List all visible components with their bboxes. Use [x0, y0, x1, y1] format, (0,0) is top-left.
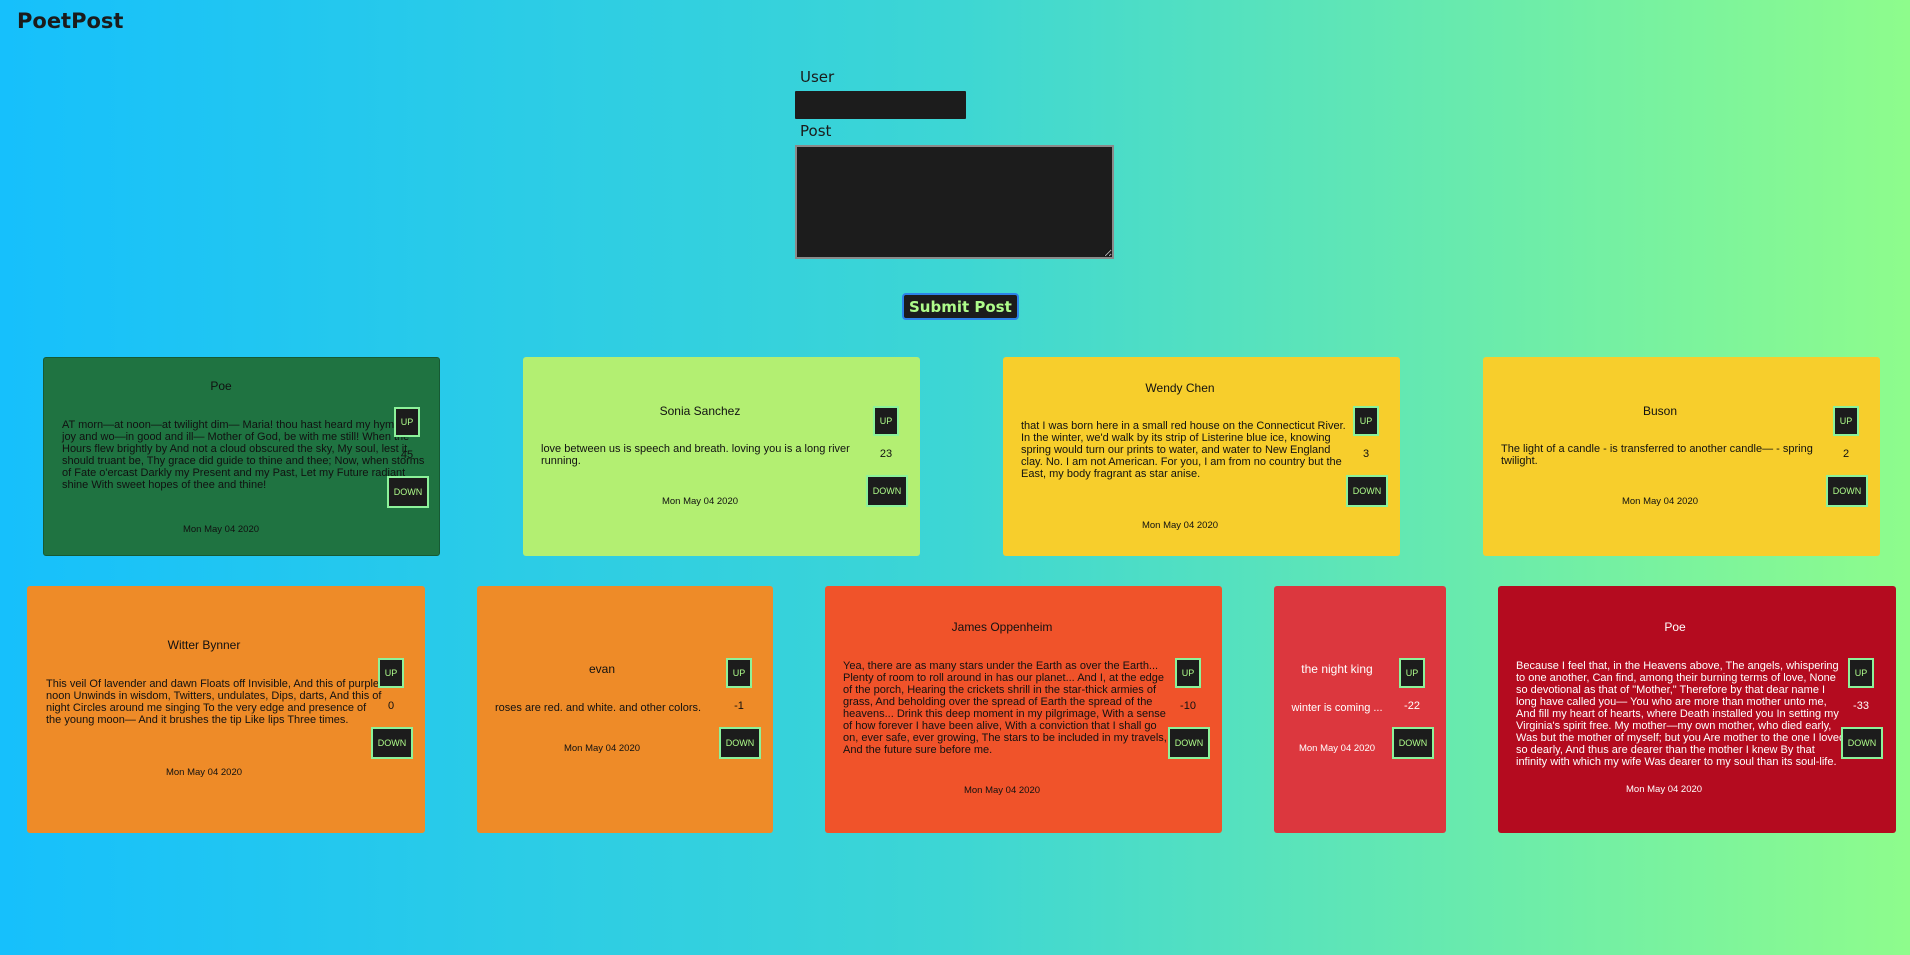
downvote-button[interactable]: DOWN	[387, 476, 429, 508]
submit-post-button[interactable]: Submit Post	[902, 293, 1019, 320]
upvote-button[interactable]: UP	[394, 407, 420, 437]
post-content: AT morn—at noon—at twilight dim— Maria! …	[62, 419, 425, 491]
post-date: Mon May 04 2020	[963, 785, 1041, 796]
new-post-form: User Post	[795, 68, 1125, 259]
downvote-button[interactable]: DOWN	[866, 475, 908, 507]
app-title: PoetPost	[17, 9, 124, 33]
upvote-button[interactable]: UP	[1848, 658, 1874, 688]
post-content: winter is coming ...	[1291, 702, 1383, 714]
upvote-button[interactable]: UP	[1353, 406, 1379, 436]
post-date: Mon May 04 2020	[1298, 743, 1376, 754]
upvote-button[interactable]: UP	[1175, 658, 1201, 688]
post-date: Mon May 04 2020	[661, 496, 739, 507]
upvote-button[interactable]: UP	[1399, 658, 1425, 688]
post-content: Yea, there are as many stars under the E…	[843, 660, 1167, 756]
post-card: Wendy Chen that I was born here in a sma…	[1003, 357, 1400, 556]
post-author: the night king	[1301, 662, 1373, 676]
post-date: Mon May 04 2020	[1621, 496, 1699, 507]
post-content: roses are red. and white. and other colo…	[495, 702, 702, 714]
post-content: Because I feel that, in the Heavens abov…	[1516, 660, 1846, 768]
post-author: Sonia Sanchez	[659, 404, 741, 418]
post-author: evan	[588, 662, 616, 676]
upvote-button[interactable]: UP	[873, 406, 899, 436]
post-score: 45	[400, 449, 414, 461]
downvote-button[interactable]: DOWN	[371, 727, 413, 759]
post-score: 3	[1362, 448, 1370, 460]
downvote-button[interactable]: DOWN	[719, 727, 761, 759]
post-card: Sonia Sanchez love between us is speech …	[523, 357, 920, 556]
downvote-button[interactable]: DOWN	[1392, 727, 1434, 759]
post-author: Witter Bynner	[167, 638, 241, 652]
post-score: -22	[1404, 700, 1420, 712]
downvote-button[interactable]: DOWN	[1841, 727, 1883, 759]
post-card: Poe AT morn—at noon—at twilight dim— Mar…	[43, 357, 440, 556]
post-score: 0	[387, 700, 395, 712]
post-author: Buson	[1642, 404, 1678, 418]
post-label: Post	[800, 122, 832, 140]
post-textarea[interactable]	[795, 145, 1114, 259]
upvote-button[interactable]: UP	[378, 658, 404, 688]
post-date: Mon May 04 2020	[1141, 520, 1219, 531]
post-score: 23	[879, 448, 893, 460]
post-score: -10	[1180, 700, 1196, 712]
post-date: Mon May 04 2020	[182, 524, 260, 535]
post-author: Poe	[210, 379, 232, 393]
post-card: Buson The light of a candle - is transfe…	[1483, 357, 1880, 556]
upvote-button[interactable]: UP	[726, 658, 752, 688]
post-content: that I was born here in a small red hous…	[1021, 420, 1346, 480]
upvote-button[interactable]: UP	[1833, 406, 1859, 436]
post-content: The light of a candle - is transferred t…	[1501, 443, 1813, 467]
user-label: User	[800, 68, 835, 86]
post-date: Mon May 04 2020	[1626, 784, 1703, 795]
downvote-button[interactable]: DOWN	[1168, 727, 1210, 759]
post-card: Witter Bynner This veil Of lavender and …	[27, 586, 425, 833]
post-date: Mon May 04 2020	[563, 743, 641, 754]
post-author: James Oppenheim	[951, 620, 1053, 634]
post-content: This veil Of lavender and dawn Floats of…	[46, 678, 382, 726]
post-card: the night king winter is coming ... Mon …	[1274, 586, 1446, 833]
post-card: Poe Because I feel that, in the Heavens …	[1498, 586, 1896, 833]
post-date: Mon May 04 2020	[165, 767, 243, 778]
post-card: evan roses are red. and white. and other…	[477, 586, 773, 833]
post-content: love between us is speech and breath. lo…	[541, 443, 850, 467]
post-author: Wendy Chen	[1145, 381, 1215, 395]
post-author: Poe	[1664, 620, 1686, 634]
post-score: -33	[1853, 700, 1869, 712]
post-score: -1	[734, 700, 744, 712]
downvote-button[interactable]: DOWN	[1826, 475, 1868, 507]
user-input[interactable]	[795, 91, 966, 119]
post-score: 2	[1842, 448, 1850, 460]
downvote-button[interactable]: DOWN	[1346, 475, 1388, 507]
post-card: James Oppenheim Yea, there are as many s…	[825, 586, 1222, 833]
